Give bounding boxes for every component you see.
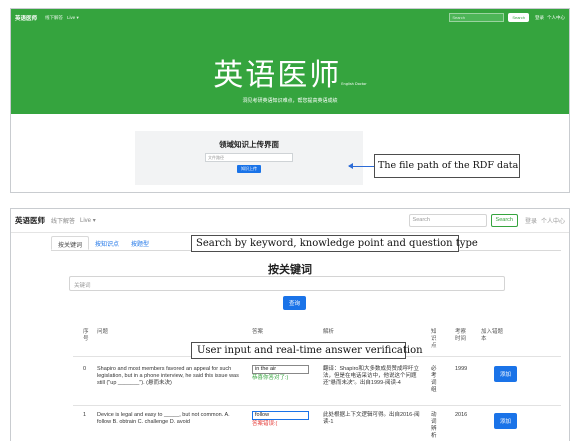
row0-knowledge: 必考词组 xyxy=(431,366,437,393)
brand-logo[interactable]: 英语医师 xyxy=(15,14,37,22)
callout-file-path: The file path of the RDF data xyxy=(374,154,520,178)
row0-answer-input[interactable]: in the air xyxy=(252,365,309,374)
search-input[interactable]: Search xyxy=(408,214,487,227)
row1-answer-input[interactable]: follow xyxy=(252,411,309,420)
upload-heading: 领域知识上传界面 xyxy=(219,140,279,149)
keyword-input[interactable]: 关键词 xyxy=(69,276,505,291)
row0-seq: 0 xyxy=(83,366,87,372)
upload-panel: 领域知识上传界面 文件路径 知识上传 xyxy=(135,131,363,185)
row1-analysis: 此处根据上下文逻辑可得。出自2016-阅读-1 xyxy=(323,412,420,425)
row1-feedback: 答案错误:( xyxy=(252,421,278,427)
file-path-input[interactable]: 文件路径 xyxy=(205,153,293,162)
hero-title-text: 英语医师 xyxy=(213,58,342,93)
col-header-knowledge: 知识点 xyxy=(431,329,437,349)
section-title: 按关键词 xyxy=(268,264,312,276)
search-button[interactable]: Search xyxy=(508,13,529,22)
row1-add-button[interactable]: 添加 xyxy=(494,413,518,429)
row-divider xyxy=(73,405,561,406)
col-header-question: 问题 xyxy=(97,329,109,335)
row0-add-button[interactable]: 添加 xyxy=(494,366,518,382)
search-tabs: 按关键词 按知识点 按题型 xyxy=(51,236,155,250)
search-button[interactable]: Search xyxy=(490,214,518,227)
brand-logo[interactable]: 英语医师 xyxy=(15,215,45,226)
search-input[interactable]: Search xyxy=(449,13,505,22)
col-header-year: 考察时间 xyxy=(455,329,467,342)
row0-analysis: 翻译：Shapiro和大多数成员赞成呼吁立法，但是在电话采访中，他说这个问题还"… xyxy=(323,366,419,386)
hero-title-small: English Doctor xyxy=(341,82,367,86)
hero-subtitle: 洞见考研英语知识难点，帮您提高英语成绩 xyxy=(242,98,338,104)
row0-question: Shapiro and most members favored an appe… xyxy=(97,366,239,386)
top-navbar: 英语医师 线下解答 Live ▾ Search Search 登录 个人中心 xyxy=(11,9,569,26)
col-header-answer: 答案 xyxy=(252,329,264,335)
row1-question: Device is legal and easy to _____, but n… xyxy=(97,412,230,425)
upload-button[interactable]: 知识上传 xyxy=(237,165,261,173)
login-link[interactable]: 登录 xyxy=(535,15,544,21)
nav-dropdown-live[interactable]: Live ▾ xyxy=(80,217,96,224)
login-link[interactable]: 登录 xyxy=(525,216,537,225)
query-button[interactable]: 查询 xyxy=(283,296,307,310)
search-screenshot: 英语医师 线下解答 Live ▾ Search Search 登录 个人中心 按… xyxy=(10,208,570,441)
tab-keyword[interactable]: 按关键词 xyxy=(51,236,90,250)
callout-verify: User input and real-time answer verifica… xyxy=(191,342,423,359)
row1-year: 2016 xyxy=(455,412,468,418)
nav-link-offline[interactable]: 线下解答 xyxy=(51,216,75,225)
col-header-analysis: 解析 xyxy=(323,329,335,335)
row1-seq: 1 xyxy=(83,412,87,418)
hero-banner: 英语医师English Doctor 洞见考研英语知识难点，帮您提高英语成绩 xyxy=(11,26,569,114)
tab-question-type[interactable]: 按题型 xyxy=(125,236,155,250)
search-navbar: 英语医师 线下解答 Live ▾ Search Search 登录 个人中心 xyxy=(11,209,569,233)
hero-title: 英语医师English Doctor xyxy=(11,26,569,94)
arrow-left-icon xyxy=(348,163,374,169)
nav-dropdown-live[interactable]: Live ▾ xyxy=(67,15,79,21)
row0-feedback: 恭喜你答对了:) xyxy=(252,375,289,381)
nav-link-offline[interactable]: 线下解答 xyxy=(45,15,63,21)
col-header-add: 加入错题本 xyxy=(481,329,504,342)
callout-search: Search by keyword, knowledge point and q… xyxy=(191,235,478,252)
row1-knowledge: 动词辨析 xyxy=(431,412,437,439)
profile-link[interactable]: 个人中心 xyxy=(547,15,565,21)
col-header-seq: 序号 xyxy=(83,329,89,342)
tab-knowledge-point[interactable]: 按知识点 xyxy=(89,236,125,250)
row0-year: 1999 xyxy=(455,366,468,372)
profile-link[interactable]: 个人中心 xyxy=(541,216,565,225)
